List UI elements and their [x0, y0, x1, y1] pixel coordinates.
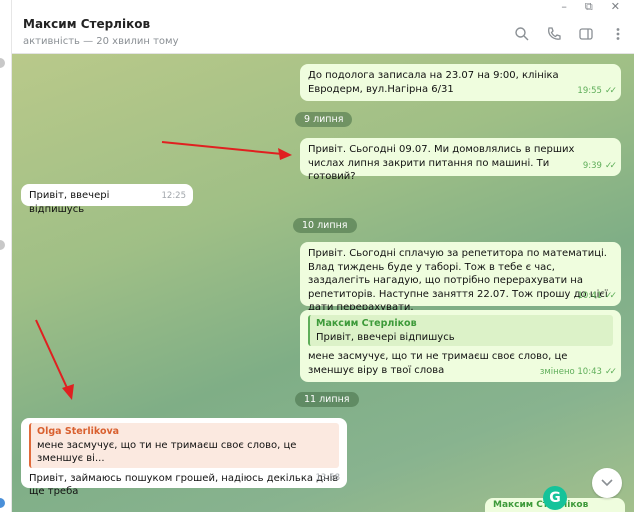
- quote-author: Максим Стерліков: [316, 318, 417, 329]
- grammarly-icon[interactable]: G: [543, 486, 567, 510]
- avatar[interactable]: [0, 58, 5, 68]
- quote-text: Привіт, ввечері відпишусь: [316, 331, 455, 343]
- message-time: 9:39: [582, 160, 602, 171]
- double-check-icon: ✓✓: [604, 160, 617, 171]
- message-text: мене засмучує, що ти не тримаєш своє сло…: [308, 351, 568, 376]
- message-text: До подолога записала на 23.07 на 9:00, к…: [308, 70, 559, 95]
- reply-quote[interactable]: Olga Sterlikova мене засмучує, що ти не …: [29, 423, 339, 468]
- quote-author: Olga Sterlikova: [37, 426, 120, 437]
- message-time: змінено 10:43: [539, 366, 602, 377]
- chat-header[interactable]: Максим Стерліков активність — 20 хвилин …: [12, 14, 634, 54]
- message-incoming[interactable]: Привіт, ввечері відпишусь 12:25: [21, 184, 193, 215]
- date-separator: 11 липня: [295, 392, 359, 407]
- avatar[interactable]: [0, 498, 5, 508]
- minimize-button[interactable]: –: [561, 0, 567, 14]
- message-text: Привіт. Сьогодні сплачую за репетитора п…: [308, 248, 608, 313]
- message-outgoing[interactable]: Привіт. Сьогодні сплачую за репетитора п…: [300, 242, 621, 313]
- message-time: 19:55: [577, 85, 602, 96]
- search-icon[interactable]: [514, 26, 530, 42]
- message-incoming-reply[interactable]: Olga Sterlikova мене засмучує, що ти не …: [21, 418, 347, 497]
- sidebar-toggle-icon[interactable]: [578, 26, 594, 42]
- message-outgoing-reply[interactable]: Максим Стерліков Привіт, ввечері відпишу…: [300, 310, 621, 382]
- chat-status: активність — 20 хвилин тому: [23, 36, 179, 47]
- date-separator: 10 липня: [293, 218, 357, 233]
- more-vertical-icon[interactable]: [610, 26, 626, 42]
- chat-list-edge[interactable]: [0, 0, 12, 512]
- message-text: Привіт, займаюсь пошуком грошей, надіюсь…: [29, 472, 339, 498]
- message-area[interactable]: До подолога записала на 23.07 на 9:00, к…: [12, 54, 634, 512]
- window-controls: – ⧉ ✕: [561, 0, 634, 14]
- chat-title[interactable]: Максим Стерліков: [23, 17, 150, 31]
- double-check-icon: ✓✓: [604, 85, 617, 96]
- message-text: Привіт. Сьогодні 09.07. Ми домовлялись в…: [308, 144, 575, 182]
- message-outgoing[interactable]: До подолога записала на 23.07 на 9:00, к…: [300, 64, 621, 101]
- quote-text: мене засмучує, що ти не тримаєш своє сло…: [37, 439, 297, 465]
- close-button[interactable]: ✕: [611, 0, 620, 14]
- scroll-down-button[interactable]: [592, 468, 622, 498]
- message-outgoing[interactable]: Привіт. Сьогодні 09.07. Ми домовлялись в…: [300, 138, 621, 182]
- reply-quote[interactable]: Максим Стерліков Привіт, ввечері відпишу…: [308, 315, 613, 346]
- avatar[interactable]: [0, 240, 5, 250]
- date-separator: 9 липня: [295, 112, 353, 127]
- restore-button[interactable]: ⧉: [585, 0, 593, 14]
- double-check-icon: ✓✓: [604, 366, 617, 377]
- annotation-arrow: [161, 141, 292, 160]
- phone-icon[interactable]: [546, 26, 562, 42]
- message-time: 10:41: [577, 290, 602, 301]
- chevron-down-icon: [601, 479, 613, 487]
- message-text: Привіт, ввечері відпишусь: [29, 190, 110, 215]
- annotation-arrow: [35, 319, 74, 400]
- message-time: 12:25: [161, 190, 187, 201]
- message-time: 13:58: [315, 472, 341, 483]
- double-check-icon: ✓✓: [604, 290, 617, 301]
